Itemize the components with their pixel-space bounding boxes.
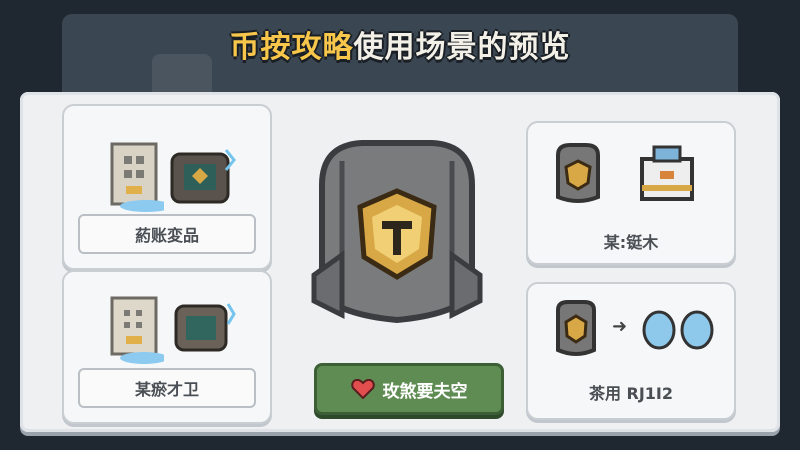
arrow-right-icon: ➜ bbox=[612, 316, 628, 337]
egg-icon bbox=[642, 310, 676, 350]
rock-armor-icon bbox=[311, 140, 483, 324]
armor-shield-icon bbox=[556, 300, 596, 356]
armor-chest-icon bbox=[174, 303, 236, 352]
card-label: 某瘀才卫 bbox=[78, 368, 256, 408]
title-highlight: 币按攻略 bbox=[229, 30, 354, 65]
stone-tower-icon bbox=[110, 296, 164, 364]
card-bottom-right[interactable]: ➜ 茶用 RJ1I2 bbox=[526, 282, 736, 420]
card-top-left[interactable]: 葯账変品 bbox=[62, 104, 272, 270]
card-top-right[interactable]: 某:铤木 bbox=[526, 121, 736, 265]
armor-shield-icon bbox=[556, 143, 600, 203]
action-button-label: 玫煞要夫空 bbox=[382, 381, 468, 402]
action-button[interactable]: 玫煞要夫空 bbox=[314, 363, 504, 415]
heart-icon bbox=[350, 379, 375, 399]
card-bottom-left[interactable]: 某瘀才卫 bbox=[62, 270, 272, 424]
stone-tower-icon bbox=[110, 142, 164, 212]
card-label: 某:铤木 bbox=[603, 233, 659, 252]
armor-chest-icon bbox=[170, 149, 236, 204]
card-label: 茶用 RJ1I2 bbox=[588, 384, 674, 403]
egg-icon bbox=[680, 310, 714, 350]
title-rest: 使用场景的预览 bbox=[353, 30, 571, 65]
page-title: 币按攻略使用场景的预览 bbox=[0, 22, 800, 66]
metal-box-icon bbox=[640, 145, 694, 201]
card-label: 葯账変品 bbox=[78, 214, 256, 254]
